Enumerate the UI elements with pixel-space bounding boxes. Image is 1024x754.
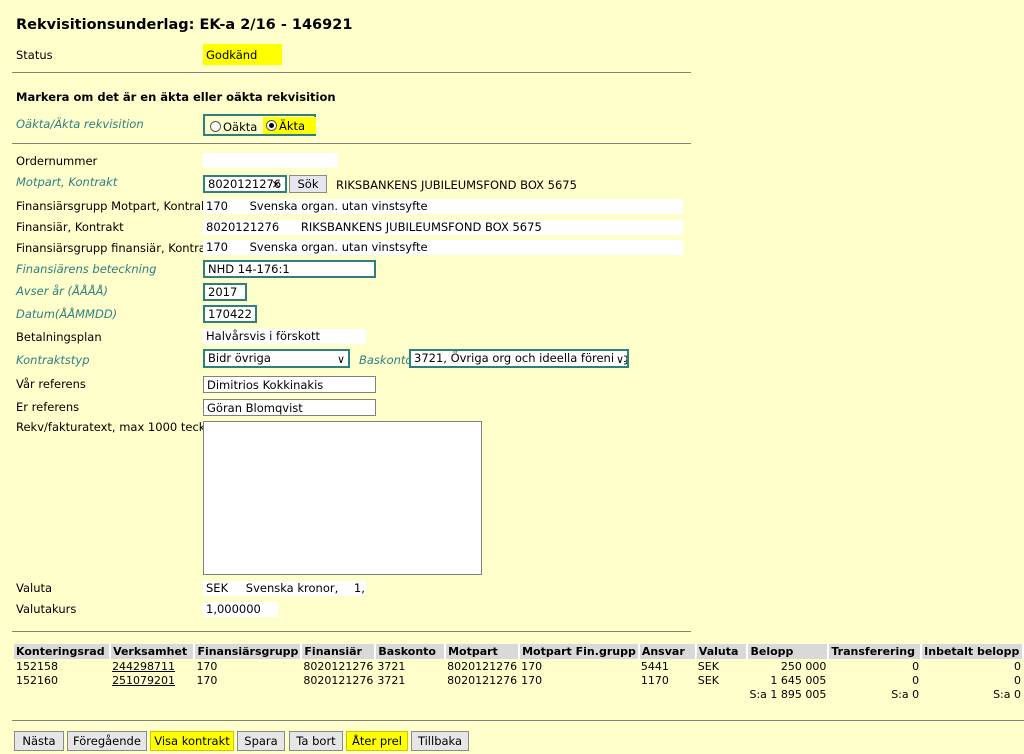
page-title: Rekvisitionsunderlag: EK-a 2/16 - 146921: [16, 17, 353, 33]
kontraktstyp-label: Kontraktstyp: [16, 353, 90, 367]
ta-bort-button[interactable]: Ta bort: [289, 731, 343, 751]
radio-akta[interactable]: Äkta: [263, 117, 316, 134]
var-referens-input[interactable]: Dimitrios Kokkinakis: [203, 376, 376, 393]
fin-grupp-motpart-value: 170 Svenska organ. utan vinstsyfte: [203, 199, 683, 214]
ater-prel-button[interactable]: Åter prel: [346, 731, 408, 751]
col-transferering: Transferering: [828, 644, 923, 659]
fin-grupp-finansiar-label: Finansiärsgrupp finansiär, Kontrakt: [16, 241, 218, 255]
divider: [12, 720, 1024, 721]
verksamhet-link[interactable]: 244298711: [110, 659, 194, 673]
col-belopp: Belopp: [747, 644, 830, 659]
divider: [12, 143, 691, 144]
col-motpart: Motpart: [445, 644, 521, 659]
col-finansiar: Finansiär: [301, 644, 377, 659]
total-belopp: S:a 1 895 005: [749, 687, 827, 701]
col-verksamhet: Verksamhet: [110, 644, 196, 659]
betalningsplan-label: Betalningsplan: [16, 330, 102, 344]
rekv-text-textarea[interactable]: [203, 421, 482, 575]
foregaende-button[interactable]: Föregående: [67, 731, 147, 751]
valuta-value: SEK Svenska kronor, 1,: [203, 581, 366, 596]
col-ansvar: Ansvar: [638, 644, 697, 659]
radio-oakta-circle[interactable]: [210, 121, 221, 132]
radio-oakta[interactable]: Oäkta: [210, 120, 257, 134]
total-inbetalt: S:a 0: [993, 687, 1021, 701]
verksamhet-link[interactable]: 251079201: [110, 673, 194, 687]
kontering-table: Konteringsrad Verksamhet Finansiärsgrupp…: [14, 644, 1024, 701]
col-baskonto: Baskonto: [375, 644, 447, 659]
ordernummer-value: [203, 153, 338, 168]
baskonto-select[interactable]: 3721, Övriga org och ideella föreningar …: [409, 349, 629, 368]
divider: [12, 72, 691, 73]
col-konteringsrad: Konteringsrad: [14, 644, 112, 659]
fin-grupp-finansiar-value: 170 Svenska organ. utan vinstsyfte: [203, 240, 683, 255]
var-referens-label: Vår referens: [16, 377, 86, 391]
er-referens-label: Er referens: [16, 400, 80, 414]
motpart-name: RIKSBANKENS JUBILEUMSFOND BOX 5675: [336, 178, 577, 192]
nasta-button[interactable]: Nästa: [14, 731, 64, 751]
datum-label: Datum(ÅÅMMDD): [16, 307, 118, 321]
akta-label: Oäkta/Äkta rekvisition: [16, 117, 144, 131]
table-header-row: Konteringsrad Verksamhet Finansiärsgrupp…: [14, 644, 1024, 659]
chevron-down-icon: ∨: [613, 352, 624, 366]
motpart-label: Motpart, Kontrakt: [16, 175, 118, 189]
col-valuta: Valuta: [695, 644, 749, 659]
clear-icon[interactable]: ×: [271, 177, 281, 191]
total-transferering: S:a 0: [891, 687, 920, 701]
sok-button[interactable]: Sök: [289, 175, 327, 193]
er-referens-input[interactable]: Göran Blomqvist: [203, 399, 376, 416]
table-totals-row: S:a 1 895 005 S:a 0 S:a 0: [14, 687, 1023, 701]
avser-ar-input[interactable]: 2017: [203, 283, 247, 301]
betalningsplan-value: Halvårsvis i förskott: [203, 329, 366, 344]
visa-kontrakt-button[interactable]: Visa kontrakt: [150, 731, 234, 751]
motpart-input[interactable]: 8020121276 ×: [203, 175, 287, 193]
status-value: Godkänd: [203, 44, 282, 65]
status-label: Status: [16, 48, 53, 62]
beteckning-input[interactable]: NHD 14-176:1: [203, 260, 376, 278]
avser-ar-label: Avser år (ÅÅÅÅ): [16, 284, 108, 298]
akta-heading: Markera om det är en äkta eller oäkta re…: [16, 90, 336, 104]
fin-grupp-motpart-label: Finansiärsgrupp Motpart, Kontrakt: [16, 199, 213, 213]
chevron-down-icon: ∨: [336, 353, 345, 366]
valutakurs-value: 1,000000: [203, 602, 278, 617]
table-row: 152160 251079201 170 8020121276 3721 802…: [16, 673, 1021, 687]
col-inbetalt-belopp: Inbetalt belopp: [921, 644, 1024, 659]
beteckning-label: Finansiärens beteckning: [16, 262, 157, 276]
table-row: 152158 244298711 170 8020121276 3721 802…: [16, 659, 1021, 673]
col-finansiarsgrupp: Finansiärsgrupp: [194, 644, 303, 659]
divider: [12, 631, 691, 632]
finansiar-label: Finansiär, Kontrakt: [16, 220, 124, 234]
valutakurs-label: Valutakurs: [16, 602, 77, 616]
akta-radio-group: Oäkta Äkta: [203, 114, 316, 136]
ordernummer-label: Ordernummer: [16, 154, 98, 168]
kontraktstyp-select[interactable]: Bidr övriga ∨: [203, 349, 350, 368]
spara-button[interactable]: Spara: [237, 731, 285, 751]
finansiar-value: 8020121276 RIKSBANKENS JUBILEUMSFOND BOX…: [203, 220, 683, 235]
col-motpart-fin-grupp: Motpart Fin.grupp: [519, 644, 640, 659]
tillbaka-button[interactable]: Tillbaka: [411, 731, 469, 751]
valuta-label: Valuta: [16, 581, 53, 595]
baskonto-label: Baskonto: [359, 353, 413, 367]
datum-input[interactable]: 170422: [203, 305, 257, 323]
radio-akta-circle[interactable]: [266, 120, 277, 131]
rekv-text-label: Rekv/fakturatext, max 1000 tecken: [16, 420, 220, 434]
